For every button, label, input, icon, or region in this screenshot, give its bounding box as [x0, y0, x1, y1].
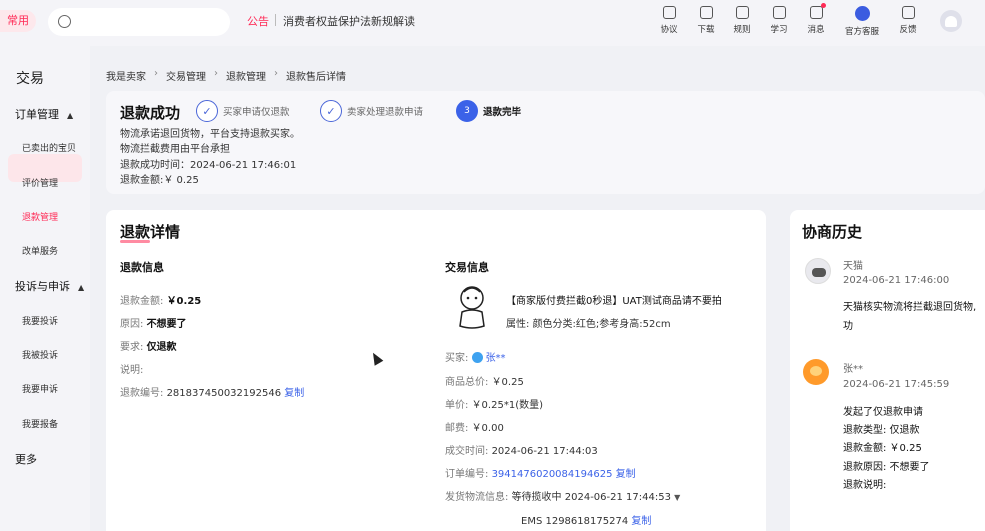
- product-attributes: 属性: 颜色分类:红色;参考身高:52cm: [506, 319, 671, 330]
- buyer: 买家: 张**: [445, 352, 506, 364]
- learn-icon: [772, 6, 786, 19]
- order-number: 订单编号: 3941476020084194625 复制: [445, 469, 636, 480]
- history-author: 天猫: [843, 261, 863, 272]
- sidebar-item-reviews[interactable]: 评价管理: [22, 176, 58, 189]
- history-author: 张**: [843, 364, 863, 375]
- breadcrumb-item[interactable]: 交易管理: [166, 68, 206, 83]
- history-time: 2024-06-21 17:45:59: [843, 379, 950, 390]
- history-message: 退款说明:: [843, 480, 887, 491]
- ems-tracking: EMS 1298618175274 复制: [521, 516, 652, 527]
- product-image[interactable]: [448, 282, 498, 334]
- breadcrumb-item[interactable]: 退款管理: [226, 68, 266, 83]
- refund-number: 退款编号: 2818374500321925​46 复制: [120, 388, 305, 399]
- copy-tracking-button[interactable]: 复制: [631, 516, 651, 527]
- sidebar-item-report[interactable]: 我要报备: [22, 417, 58, 430]
- step-refund-complete: 3 退款完毕: [456, 100, 521, 122]
- refund-request: 要求: 仅退款: [120, 342, 177, 353]
- refund-amount: 退款金额: ￥0.25: [120, 296, 202, 307]
- step-number: 3: [456, 100, 478, 122]
- trade-info-title: 交易信息: [445, 261, 489, 274]
- rules-icon: [735, 6, 749, 19]
- sidebar-item-appeal[interactable]: 我要申诉: [22, 382, 58, 395]
- toolbar-agreement[interactable]: 协议: [652, 6, 686, 35]
- chevron-up-icon: ▲: [78, 283, 85, 292]
- refund-info-title: 退款信息: [120, 261, 164, 274]
- message-icon: [809, 3, 826, 19]
- unread-badge: [820, 3, 826, 8]
- sidebar-more[interactable]: 更多: [15, 451, 37, 467]
- title-underline: [120, 240, 150, 243]
- sidebar-group-complaints[interactable]: 投诉与申诉 ▲: [15, 278, 84, 294]
- tmall-avatar: [805, 258, 831, 284]
- copy-refund-number-button[interactable]: 复制: [284, 388, 304, 399]
- refund-note: 说明:: [120, 365, 144, 376]
- sidebar-item-complained[interactable]: 我被投诉: [22, 348, 58, 361]
- agreement-icon: [662, 6, 676, 19]
- buyer-avatar-icon: [471, 352, 483, 363]
- history-message: 退款类型: 仅退款: [843, 425, 920, 436]
- toolbar-customer-service[interactable]: 官方客服: [845, 6, 879, 37]
- notice-divider: [275, 14, 276, 26]
- deal-time: 成交时间: 2024-06-21 17:44:03: [445, 446, 598, 457]
- notice-link[interactable]: 消费者权益保护法新规解读: [283, 13, 415, 29]
- refund-detail-title: 退款详情: [120, 223, 181, 241]
- user-avatar[interactable]: [940, 10, 962, 32]
- top-bar: 常用 公告 消费者权益保护法新规解读 协议 下载 规则 学习 消息 官方客服 反…: [0, 0, 985, 46]
- postage: 邮费: ￥0.00: [445, 423, 504, 434]
- step-buyer-request: ✓ 买家申请仅退款: [196, 100, 290, 122]
- history-message: 退款金额: ￥0.25: [843, 443, 922, 454]
- sidebar-item-file-complaint[interactable]: 我要投诉: [22, 314, 58, 327]
- breadcrumb-item[interactable]: 我是卖家: [106, 68, 146, 83]
- status-description: 物流拦截费用由平台承担: [120, 144, 230, 155]
- toolbar-message[interactable]: 消息: [799, 3, 833, 35]
- step-seller-handle: ✓ 卖家处理退款申请: [320, 100, 423, 122]
- sidebar-title: 交易: [16, 71, 44, 87]
- buyer-avatar: [803, 359, 829, 385]
- sidebar-group-orders[interactable]: 订单管理 ▲: [15, 106, 73, 122]
- history-message: 退款原因: 不想要了: [843, 462, 930, 473]
- feedback-icon: [901, 6, 915, 19]
- history-message: 功: [843, 321, 853, 332]
- refund-amount-summary: 退款金额:￥ 0.25: [120, 175, 199, 186]
- sidebar-item-sold[interactable]: 已卖出的宝贝: [22, 141, 76, 154]
- sidebar-item-refunds[interactable]: 退款管理: [22, 210, 58, 223]
- buyer-name-link[interactable]: 张**: [486, 353, 506, 364]
- toolbar-learn[interactable]: 学习: [762, 6, 796, 35]
- logistics-info: 发货物流信息: 等待揽收中 2024-06-21 17:44:53 ▼: [445, 492, 681, 503]
- negotiation-history-title: 协商历史: [802, 223, 863, 241]
- goods-total: 商品总价: ￥0.25: [445, 377, 524, 388]
- common-tab[interactable]: 常用: [0, 10, 36, 32]
- chevron-up-icon: ▲: [67, 111, 74, 120]
- status-description: 物流承诺退回货物，平台支持退款买家。: [120, 129, 300, 140]
- product-name[interactable]: 【商家版付费拦截0秒退】UAT测试商品请不要拍: [506, 292, 722, 307]
- toolbar-rules[interactable]: 规则: [725, 6, 759, 35]
- customer-service-icon: [854, 6, 870, 21]
- refund-success-time: 退款成功时间：2024-06-21 17:46:01: [120, 160, 297, 171]
- toolbar-download[interactable]: 下载: [689, 6, 723, 35]
- refund-detail-card: [106, 210, 766, 531]
- check-icon: ✓: [196, 100, 218, 122]
- order-number-link[interactable]: 3941476020084194625: [492, 469, 613, 480]
- history-time: 2024-06-21 17:46:00: [843, 275, 950, 286]
- history-message: 天猫核实物流将拦截退回货物,: [843, 302, 977, 313]
- sidebar-item-order-change[interactable]: 改单服务: [22, 244, 58, 257]
- download-icon: [699, 6, 713, 19]
- chevron-right-icon: ›: [274, 68, 278, 79]
- unit-price: 单价: ￥0.25*1(数量): [445, 400, 543, 411]
- copy-order-number-button[interactable]: 复制: [616, 469, 636, 480]
- chevron-down-icon[interactable]: ▼: [674, 493, 680, 502]
- check-icon: ✓: [320, 100, 342, 122]
- search-icon: [58, 15, 71, 28]
- history-message: 发起了仅退款申请: [843, 407, 923, 418]
- search-input[interactable]: [48, 8, 230, 36]
- chevron-right-icon: ›: [154, 68, 158, 79]
- breadcrumb: 我是卖家 › 交易管理 › 退款管理 › 退款售后详情: [106, 68, 346, 83]
- notice-label: 公告: [247, 15, 269, 28]
- refund-status-title: 退款成功: [120, 104, 181, 122]
- toolbar-feedback[interactable]: 反馈: [891, 6, 925, 35]
- chevron-right-icon: ›: [214, 68, 218, 79]
- refund-reason: 原因: 不想要了: [120, 319, 187, 330]
- breadcrumb-current: 退款售后详情: [286, 72, 346, 83]
